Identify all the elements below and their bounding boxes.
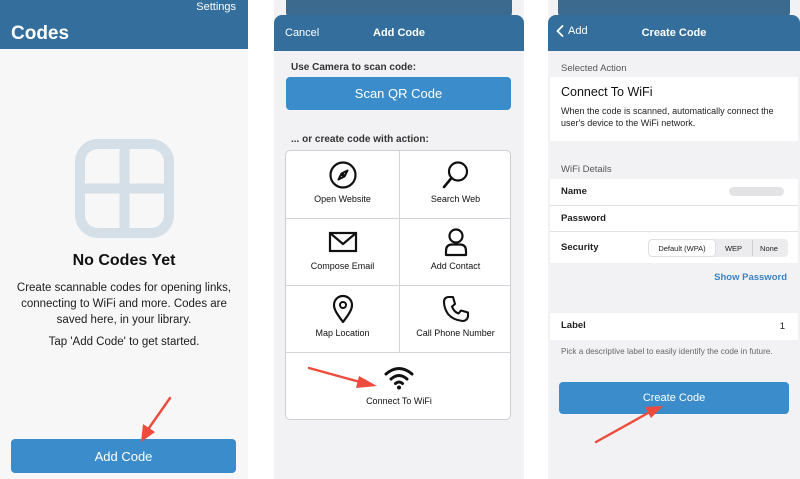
tutorial-screenshot: Settings Codes No Codes Yet Create scann… [0,0,800,479]
add-code-button[interactable]: Add Code [11,439,236,473]
selected-action-title: Connect To WiFi [561,85,653,99]
name-label: Name [561,186,587,197]
action-grid: Open Website Search Web Compose Email Ad… [285,150,511,420]
add-code-screen: Cancel Add Code Use Camera to scan code:… [274,0,524,479]
map-pin-icon [332,294,353,324]
password-label: Password [561,213,606,224]
wifi-password-row[interactable]: Password [550,205,798,231]
grid-icon [75,139,174,238]
action-label: Compose Email [310,261,375,271]
wifi-name-row[interactable]: Name [550,179,798,205]
compass-icon [328,161,357,189]
show-password-link[interactable]: Show Password [714,272,787,283]
create-code-button[interactable]: Create Code [559,382,789,414]
wifi-security-row: Security Default (WPA) WEP None [550,231,798,263]
selected-action-description: When the code is scanned, automatically … [561,106,774,128]
action-label: Map Location [315,328,370,338]
action-connect-to-wifi[interactable]: Connect To WiFi [286,353,510,419]
settings-button[interactable]: Settings [196,1,236,13]
magnifier-icon [442,161,468,189]
camera-section-label: Use Camera to scan code: [291,62,417,73]
empty-state-description: Create scannable codes for opening links… [16,282,232,326]
action-label: Connect To WiFi [366,396,432,406]
security-segmented-control[interactable]: Default (WPA) WEP None [648,239,788,257]
selected-action-section-label: Selected Action [561,63,627,74]
phone-icon [442,295,469,323]
wifi-details-card: Name Password Security Default (WPA) WEP… [550,179,798,263]
wifi-icon [384,367,414,390]
empty-state-title: No Codes Yet [72,252,176,269]
page-title: Codes [11,23,70,44]
label-input[interactable]: 1 [780,321,785,332]
security-label: Security [561,242,599,253]
label-hint: Pick a descriptive label to easily ident… [561,347,773,356]
add-code-header: Cancel Add Code [274,15,524,51]
label-label: Label [561,320,586,331]
action-map-location[interactable]: Map Location [286,285,399,352]
security-option-wep[interactable]: WEP [715,240,753,256]
scan-qr-code-button[interactable]: Scan QR Code [286,77,511,110]
sheet-title: Create Code [641,27,707,39]
create-code-header: Add Create Code [548,15,800,51]
action-label: Call Phone Number [416,328,495,338]
action-open-website[interactable]: Open Website [286,151,399,218]
codes-screen: Settings Codes No Codes Yet Create scann… [0,0,248,479]
empty-state-hint: Tap 'Add Code' to get started. [48,336,200,348]
selected-action-card: Connect To WiFi When the code is scanned… [550,77,798,141]
action-label: Add Contact [430,261,481,271]
person-icon [444,228,467,257]
envelope-icon [328,231,357,253]
wifi-name-field[interactable] [729,187,784,196]
action-label: Search Web [430,194,481,204]
action-compose-email[interactable]: Compose Email [286,218,399,285]
wifi-details-section-label: WiFi Details [561,164,612,175]
actions-section-label: ... or create code with action: [291,134,429,145]
security-option-default-wpa[interactable]: Default (WPA) [649,240,715,256]
label-card: Label 1 [550,313,798,340]
codes-header: Settings Codes [0,0,248,49]
action-call-phone-number[interactable]: Call Phone Number [399,285,510,352]
action-search-web[interactable]: Search Web [399,151,510,218]
action-label: Open Website [314,194,371,204]
action-add-contact[interactable]: Add Contact [399,218,510,285]
create-code-screen: Add Create Code Selected Action Connect … [548,0,800,479]
security-option-none[interactable]: None [753,240,785,256]
sheet-title: Add Code [373,27,425,39]
